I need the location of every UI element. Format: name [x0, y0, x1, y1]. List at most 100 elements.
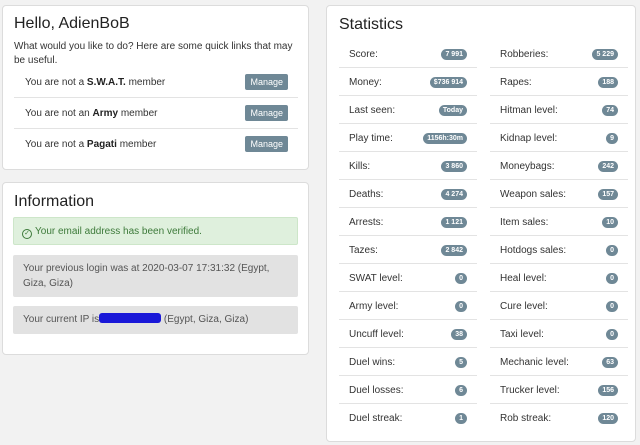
stat-label: Rapes:: [500, 77, 532, 88]
stat-value-badge: 0: [455, 273, 467, 284]
stat-value-badge: 0: [606, 245, 618, 256]
statistics-title: Statistics: [339, 16, 404, 33]
stat-value-badge: 6: [455, 385, 467, 396]
stat-label: Moneybags:: [500, 161, 555, 172]
stat-row: Weapon sales: 157: [490, 180, 628, 208]
quick-links-intro: What would you like to do? Here are some…: [14, 41, 293, 66]
stat-label: Hitman level:: [500, 105, 558, 116]
stat-row: Item sales: 10: [490, 208, 628, 236]
statistics-card: Statistics Score: 7 991 Money: $736 914 Last…: [326, 5, 636, 442]
current-ip-box: Your current IP is (Egypt, Giza, Giza): [13, 306, 298, 334]
stat-label: Heal level:: [500, 273, 547, 284]
membership-text: You are not a S.W.A.T. member: [25, 77, 166, 88]
membership-group: Army: [92, 108, 119, 119]
stat-value-badge: 74: [602, 105, 618, 116]
stat-label: Uncuff level:: [349, 329, 404, 340]
stat-value-badge: 2 842: [441, 245, 467, 256]
stat-row: Taxi level: 0: [490, 320, 628, 348]
stat-label: Hotdogs sales:: [500, 245, 567, 256]
stat-value-badge: 0: [606, 329, 618, 340]
stat-row: Rapes: 188: [490, 68, 628, 96]
stat-label: Arrests:: [349, 217, 384, 228]
manage-swat-button[interactable]: Manage: [245, 74, 288, 90]
stat-label: Trucker level:: [500, 385, 560, 396]
stat-label: Robberies:: [500, 49, 549, 60]
stat-label: Taxi level:: [500, 329, 544, 340]
stat-value-badge: Today: [438, 105, 467, 116]
stat-row: Money: $736 914: [339, 68, 477, 96]
stat-row: Arrests: 1 121: [339, 208, 477, 236]
email-verified-text: Your email address has been verified.: [35, 226, 202, 237]
stats-column-right: Robberies: 5 229 Rapes: 188 Hitman level: 74 K…: [490, 40, 628, 432]
manage-pagati-button[interactable]: Manage: [245, 136, 288, 152]
current-ip-location: (Egypt, Giza, Giza): [161, 314, 249, 325]
stat-value-badge: 1156h:30m: [423, 133, 467, 144]
stat-value-badge: 1: [455, 413, 467, 424]
stat-value-badge: $736 914: [429, 77, 467, 88]
stat-value-badge: 0: [455, 301, 467, 312]
ip-redaction-mark: [99, 313, 162, 323]
stat-row: Uncuff level: 38: [339, 320, 477, 348]
stat-label: Weapon sales:: [500, 189, 566, 200]
information-card: Information ✓ Your email address has been…: [2, 182, 309, 355]
membership-text: You are not an Army member: [25, 108, 158, 119]
stat-label: Kidnap level:: [500, 133, 558, 144]
stats-column-left: Score: 7 991 Money: $736 914 Last seen: Today…: [339, 40, 477, 432]
stat-label: Play time:: [349, 133, 393, 144]
stat-row: Heal level: 0: [490, 264, 628, 292]
stat-value-badge: 1 121: [441, 217, 467, 228]
check-circle-icon: ✓: [22, 229, 32, 239]
stat-row: Robberies: 5 229: [490, 40, 628, 68]
hello-title: Hello, AdienBoB: [14, 15, 130, 32]
stat-value-badge: 7 991: [441, 49, 467, 60]
stat-value-badge: 5 229: [592, 49, 618, 60]
stat-row: Cure level: 0: [490, 292, 628, 320]
stat-label: Last seen:: [349, 105, 396, 116]
email-verified-alert: ✓ Your email address has been verified.: [13, 217, 298, 245]
membership-row-army: You are not an Army member Manage: [14, 99, 298, 129]
stat-value-badge: 10: [602, 217, 618, 228]
stat-row: Army level: 0: [339, 292, 477, 320]
stat-label: Duel wins:: [349, 357, 396, 368]
current-ip-prefix: Your current IP is: [23, 314, 100, 325]
membership-row-swat: You are not a S.W.A.T. member Manage: [14, 68, 298, 98]
membership-row-pagati: You are not a Pagati member Manage: [14, 130, 298, 160]
stat-value-badge: 0: [606, 273, 618, 284]
stat-value-badge: 5: [455, 357, 467, 368]
previous-login-box: Your previous login was at 2020-03-07 17…: [13, 255, 298, 297]
stat-label: Duel losses:: [349, 385, 404, 396]
stat-row: Tazes: 2 842: [339, 236, 477, 264]
stat-label: Rob streak:: [500, 413, 552, 424]
stat-label: Tazes:: [349, 245, 378, 256]
stat-value-badge: 242: [598, 161, 618, 172]
stat-value-badge: 38: [451, 329, 467, 340]
stat-label: SWAT level:: [349, 273, 403, 284]
stat-row: SWAT level: 0: [339, 264, 477, 292]
stat-label: Deaths:: [349, 189, 384, 200]
stat-value-badge: 4 274: [441, 189, 467, 200]
stat-label: Army level:: [349, 301, 399, 312]
stat-row: Duel wins: 5: [339, 348, 477, 376]
stat-row: Trucker level: 156: [490, 376, 628, 404]
stat-label: Money:: [349, 77, 382, 88]
stat-value-badge: 9: [606, 133, 618, 144]
stat-value-badge: 157: [598, 189, 618, 200]
stat-value-badge: 120: [598, 413, 618, 424]
stat-row: Play time: 1156h:30m: [339, 124, 477, 152]
stat-row: Score: 7 991: [339, 40, 477, 68]
information-title: Information: [14, 193, 95, 210]
stat-row: Last seen: Today: [339, 96, 477, 124]
hello-card: Hello, AdienBoB What would you like to d…: [2, 5, 309, 170]
stat-value-badge: 0: [606, 301, 618, 312]
membership-group: Pagati: [86, 139, 117, 150]
stat-row: Rob streak: 120: [490, 404, 628, 432]
stat-label: Cure level:: [500, 301, 548, 312]
stat-label: Duel streak:: [349, 413, 403, 424]
stat-row: Duel streak: 1: [339, 404, 477, 432]
membership-text: You are not a Pagati member: [25, 139, 157, 150]
manage-army-button[interactable]: Manage: [245, 105, 288, 121]
stat-value-badge: 3 860: [441, 161, 467, 172]
stat-label: Item sales:: [500, 217, 549, 228]
membership-group: S.W.A.T.: [86, 77, 126, 88]
stat-row: Mechanic level: 63: [490, 348, 628, 376]
